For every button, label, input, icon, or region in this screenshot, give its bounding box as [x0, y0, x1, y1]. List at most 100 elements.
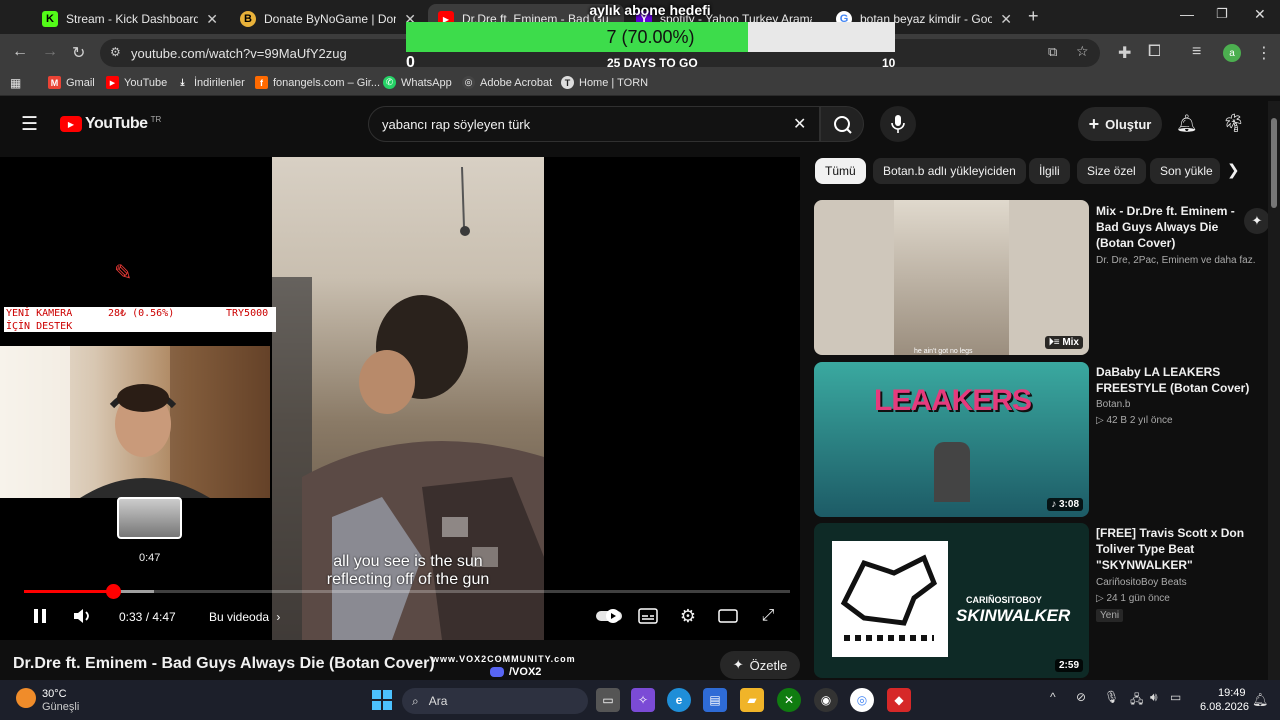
rec-thumbnail-1[interactable]: he ain't got no legs ⏵≡ Mix: [814, 200, 1089, 355]
fullscreen-icon[interactable]: ⤢: [756, 604, 780, 628]
voice-search-button[interactable]: [880, 106, 916, 142]
maximize-icon[interactable]: ❐: [1216, 6, 1228, 22]
progress-scrubber-handle[interactable]: [105, 584, 121, 599]
bookmark-fonangels[interactable]: f fonangels.com – Gir...: [255, 76, 380, 89]
tab-kick-dashboard[interactable]: K Stream - Kick Dashboard ✕: [32, 4, 228, 34]
youtube-logo[interactable]: ▶ YouTube TR: [60, 115, 161, 133]
chrome-browser-icon[interactable]: ◎: [850, 688, 874, 712]
edge-browser-icon[interactable]: e: [667, 688, 691, 712]
notifications-bell-icon[interactable]: 🔔︎: [1176, 114, 1198, 134]
bookmark-label: YouTube: [124, 76, 168, 89]
bookmark-torn[interactable]: T Home | TORN: [561, 76, 648, 89]
extension-icon[interactable]: ✚: [1118, 43, 1131, 63]
extensions-puzzle-icon[interactable]: ⧠: [1148, 43, 1161, 61]
minimize-icon[interactable]: —: [1180, 6, 1194, 22]
plus-icon: +: [1088, 113, 1100, 134]
clear-search-icon[interactable]: ✕: [793, 114, 806, 134]
tab-bynogame-donations[interactable]: B Donate ByNoGame | Donations ✕: [230, 4, 426, 34]
duration-badge: 2:59: [1054, 659, 1083, 672]
palm-tree-avatar[interactable]: 🌴︎: [1222, 113, 1245, 134]
window-close-icon[interactable]: ✕: [1254, 6, 1266, 23]
tray-network-icon[interactable]: 🖧︎: [1130, 690, 1143, 711]
close-icon[interactable]: ✕: [206, 11, 218, 28]
goal-progress-bar: 7 (70.00%): [406, 22, 895, 52]
chapters-button[interactable]: Bu videoda ›: [209, 610, 280, 624]
theater-mode-button[interactable]: [716, 604, 740, 628]
app-red-icon[interactable]: ◆: [887, 688, 911, 712]
close-icon[interactable]: ✕: [1000, 11, 1012, 28]
tray-volume-icon[interactable]: 🔊︎: [1150, 690, 1158, 705]
ai-sparkle-button[interactable]: ✦: [1244, 208, 1270, 234]
rec-thumbnail-2[interactable]: LEAAKERS ♪ 3:08: [814, 362, 1089, 517]
profile-avatar[interactable]: a: [1223, 44, 1241, 62]
rec-title-2[interactable]: DaBaby LA LEAKERS FREESTYLE (Botan Cover…: [1096, 364, 1256, 396]
file-explorer-icon[interactable]: ▰: [740, 688, 764, 712]
taskbar-search-box[interactable]: ⌕ Ara: [402, 688, 588, 714]
subtitles-button[interactable]: [636, 604, 660, 628]
pause-button[interactable]: [28, 604, 52, 628]
create-button[interactable]: + Oluştur: [1078, 107, 1162, 141]
bookmark-youtube[interactable]: ▶ YouTube: [106, 76, 167, 89]
hamburger-menu-icon[interactable]: ☰: [21, 113, 38, 136]
seek-preview-time: 0:47: [139, 552, 161, 564]
search-input[interactable]: yabancı rap söyleyen türk ✕: [368, 106, 820, 142]
bookmark-label: Adobe Acrobat: [480, 76, 553, 89]
autoplay-toggle-icon: [596, 609, 622, 623]
xbox-icon[interactable]: ✕: [777, 688, 801, 712]
search-button[interactable]: [820, 106, 864, 142]
rec-title-1[interactable]: Mix - Dr.Dre ft. Eminem - Bad Guys Alway…: [1096, 203, 1256, 251]
settings-gear-icon[interactable]: ⚙: [676, 604, 700, 628]
task-view-icon[interactable]: ▭: [596, 688, 620, 712]
taskbar-clock-time[interactable]: 19:49: [1218, 687, 1246, 699]
tray-mute-icon[interactable]: ⊘: [1076, 690, 1086, 704]
tray-microphone-icon[interactable]: 🎙︎: [1104, 690, 1119, 704]
mix-badge: ⏵≡ Mix: [1044, 336, 1083, 349]
tray-overflow-chevron-icon[interactable]: ^: [1050, 690, 1056, 704]
obs-studio-icon[interactable]: ◉: [814, 688, 838, 712]
chip-recently-uploaded[interactable]: Son yükle: [1150, 158, 1220, 184]
reload-icon[interactable]: ↻: [72, 43, 85, 63]
chips-next-chevron-icon[interactable]: ❯: [1227, 161, 1240, 179]
video-progress-bar[interactable]: [24, 590, 790, 593]
copilot-icon[interactable]: ✧: [631, 688, 655, 712]
weather-sun-icon[interactable]: [16, 688, 36, 708]
rec-thumb-caption: LEAAKERS: [874, 384, 1032, 417]
notification-bell-icon[interactable]: 🔔︎: [1252, 692, 1269, 708]
rec-thumbnail-image: [894, 200, 1009, 355]
windows-start-button[interactable]: [370, 688, 394, 712]
site-info-icon[interactable]: ⚙: [110, 45, 121, 59]
chapter-label: Bu videoda: [209, 610, 270, 624]
chip-for-you[interactable]: Size özel: [1077, 158, 1146, 184]
caption-line-2: reflecting off of the gun: [326, 571, 490, 588]
install-app-icon[interactable]: ⧉: [1048, 44, 1057, 60]
chip-related[interactable]: İlgili: [1029, 158, 1070, 184]
rec-thumbnail-3[interactable]: CARIÑOSITOBOY SKINWALKER 2:59: [814, 523, 1089, 678]
bookmark-adobe-acrobat[interactable]: ◎ Adobe Acrobat: [462, 76, 552, 89]
bookmark-star-icon[interactable]: ☆: [1076, 43, 1089, 60]
chip-all[interactable]: Tümü: [815, 158, 866, 184]
apps-grid-icon[interactable]: ▦: [10, 76, 21, 90]
autoplay-toggle[interactable]: [595, 604, 623, 628]
chip-from-uploader[interactable]: Botan.b adlı yükleyiciden: [873, 158, 1026, 184]
browser-menu-icon[interactable]: ⋮: [1256, 43, 1272, 63]
back-icon[interactable]: ←: [12, 43, 28, 61]
address-url: youtube.com/watch?v=99MaUfY2zug: [131, 46, 347, 61]
taskbar-clock-date[interactable]: 6.08.2026: [1200, 701, 1249, 713]
fonangels-icon: f: [255, 76, 268, 89]
new-tab-icon[interactable]: +: [1028, 6, 1039, 27]
forward-icon[interactable]: →: [42, 43, 58, 61]
microsoft-store-icon[interactable]: ▤: [703, 688, 727, 712]
mute-button[interactable]: [71, 604, 95, 628]
bookmark-gmail[interactable]: M Gmail: [48, 76, 95, 89]
bookmark-whatsapp[interactable]: ✆ WhatsApp: [383, 76, 452, 89]
bookmark-downloads[interactable]: ⤓ İndirilenler: [176, 76, 245, 89]
tray-battery-icon[interactable]: ▭: [1170, 690, 1181, 704]
scrollbar-thumb[interactable]: [1271, 118, 1277, 208]
media-control-icon[interactable]: ≡: [1192, 43, 1201, 61]
download-icon: ⤓: [180, 77, 185, 87]
video-title: Dr.Dre ft. Eminem - Bad Guys Always Die …: [13, 655, 435, 672]
donation-progress: 28₺ (0.56%): [108, 308, 175, 319]
rec-title-3[interactable]: [FREE] Travis Scott x Don Toliver Type B…: [1096, 525, 1256, 573]
rec-thumbnail-figure: [934, 442, 970, 502]
summarize-button[interactable]: ✦ Özetle: [720, 651, 800, 679]
